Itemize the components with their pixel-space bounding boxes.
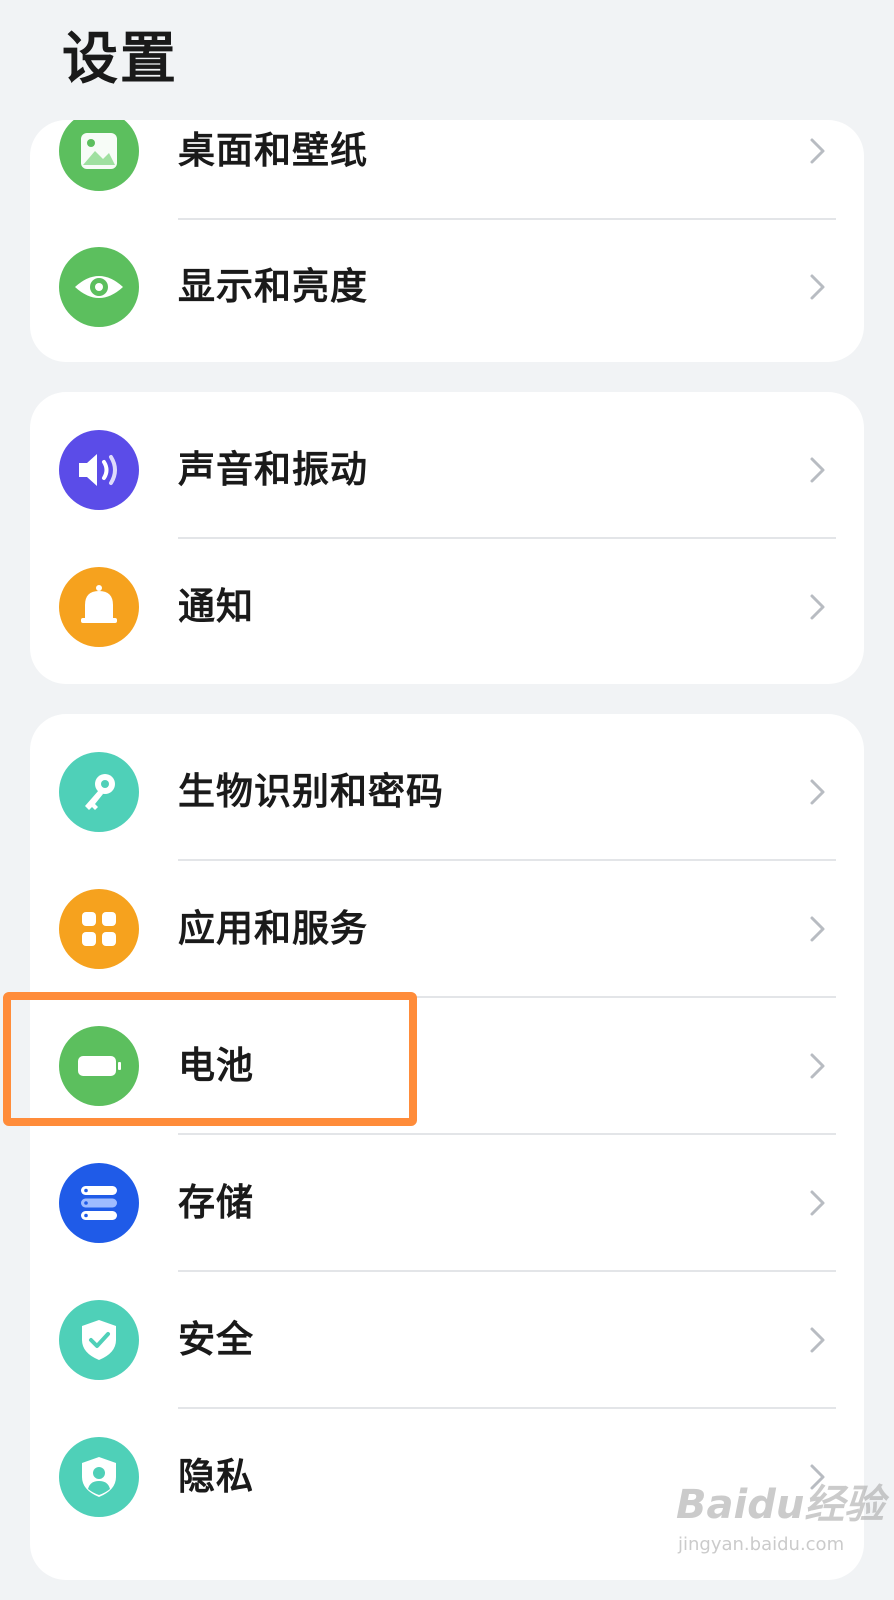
watermark: Baidu经验 jingyan.baidu.com (672, 1472, 892, 1568)
settings-item-sound[interactable]: 声音和振动 (30, 401, 864, 539)
watermark-logo: Baidu经验 (676, 1482, 885, 1528)
settings-item-label: 存储 (178, 1181, 254, 1224)
settings-item-label: 应用和服务 (178, 907, 368, 950)
wallpaper-icon (59, 120, 139, 191)
chevron-right-icon (810, 274, 825, 300)
settings-group-sound: 声音和振动 通知 (30, 392, 864, 684)
chevron-right-icon (810, 1327, 825, 1353)
settings-item-notifications[interactable]: 通知 (30, 538, 864, 676)
apps-grid-icon (59, 889, 139, 969)
settings-item-label: 显示和亮度 (178, 265, 368, 308)
settings-item-wallpaper[interactable]: 桌面和壁纸 (30, 120, 864, 220)
storage-icon (59, 1163, 139, 1243)
bell-icon (59, 567, 139, 647)
settings-item-label: 通知 (178, 585, 254, 628)
key-icon (59, 752, 139, 832)
settings-item-storage[interactable]: 存储 (30, 1134, 864, 1272)
chevron-right-icon (810, 457, 825, 483)
shield-check-icon (59, 1300, 139, 1380)
speaker-icon (59, 430, 139, 510)
settings-group-system: 生物识别和密码 应用和服务 电池 存储 安全 隐私 (30, 714, 864, 1580)
settings-item-label: 声音和振动 (178, 448, 368, 491)
chevron-right-icon (810, 138, 825, 164)
chevron-right-icon (810, 1053, 825, 1079)
battery-highlight-annotation (3, 992, 417, 1126)
settings-item-security[interactable]: 安全 (30, 1271, 864, 1409)
watermark-url: jingyan.baidu.com (678, 1534, 845, 1555)
settings-item-label: 隐私 (178, 1455, 254, 1498)
chevron-right-icon (810, 779, 825, 805)
privacy-shield-icon (59, 1437, 139, 1517)
settings-item-label: 安全 (178, 1318, 254, 1361)
chevron-right-icon (810, 1190, 825, 1216)
settings-item-display[interactable]: 显示和亮度 (30, 218, 864, 356)
settings-item-label: 生物识别和密码 (178, 770, 444, 813)
page-title: 设置 (62, 27, 178, 92)
settings-item-biometrics[interactable]: 生物识别和密码 (30, 723, 864, 861)
chevron-right-icon (810, 594, 825, 620)
settings-item-apps[interactable]: 应用和服务 (30, 860, 864, 998)
settings-group-display: 桌面和壁纸 显示和亮度 (30, 120, 864, 362)
settings-item-label: 桌面和壁纸 (178, 129, 368, 172)
eye-icon (59, 247, 139, 327)
chevron-right-icon (810, 916, 825, 942)
